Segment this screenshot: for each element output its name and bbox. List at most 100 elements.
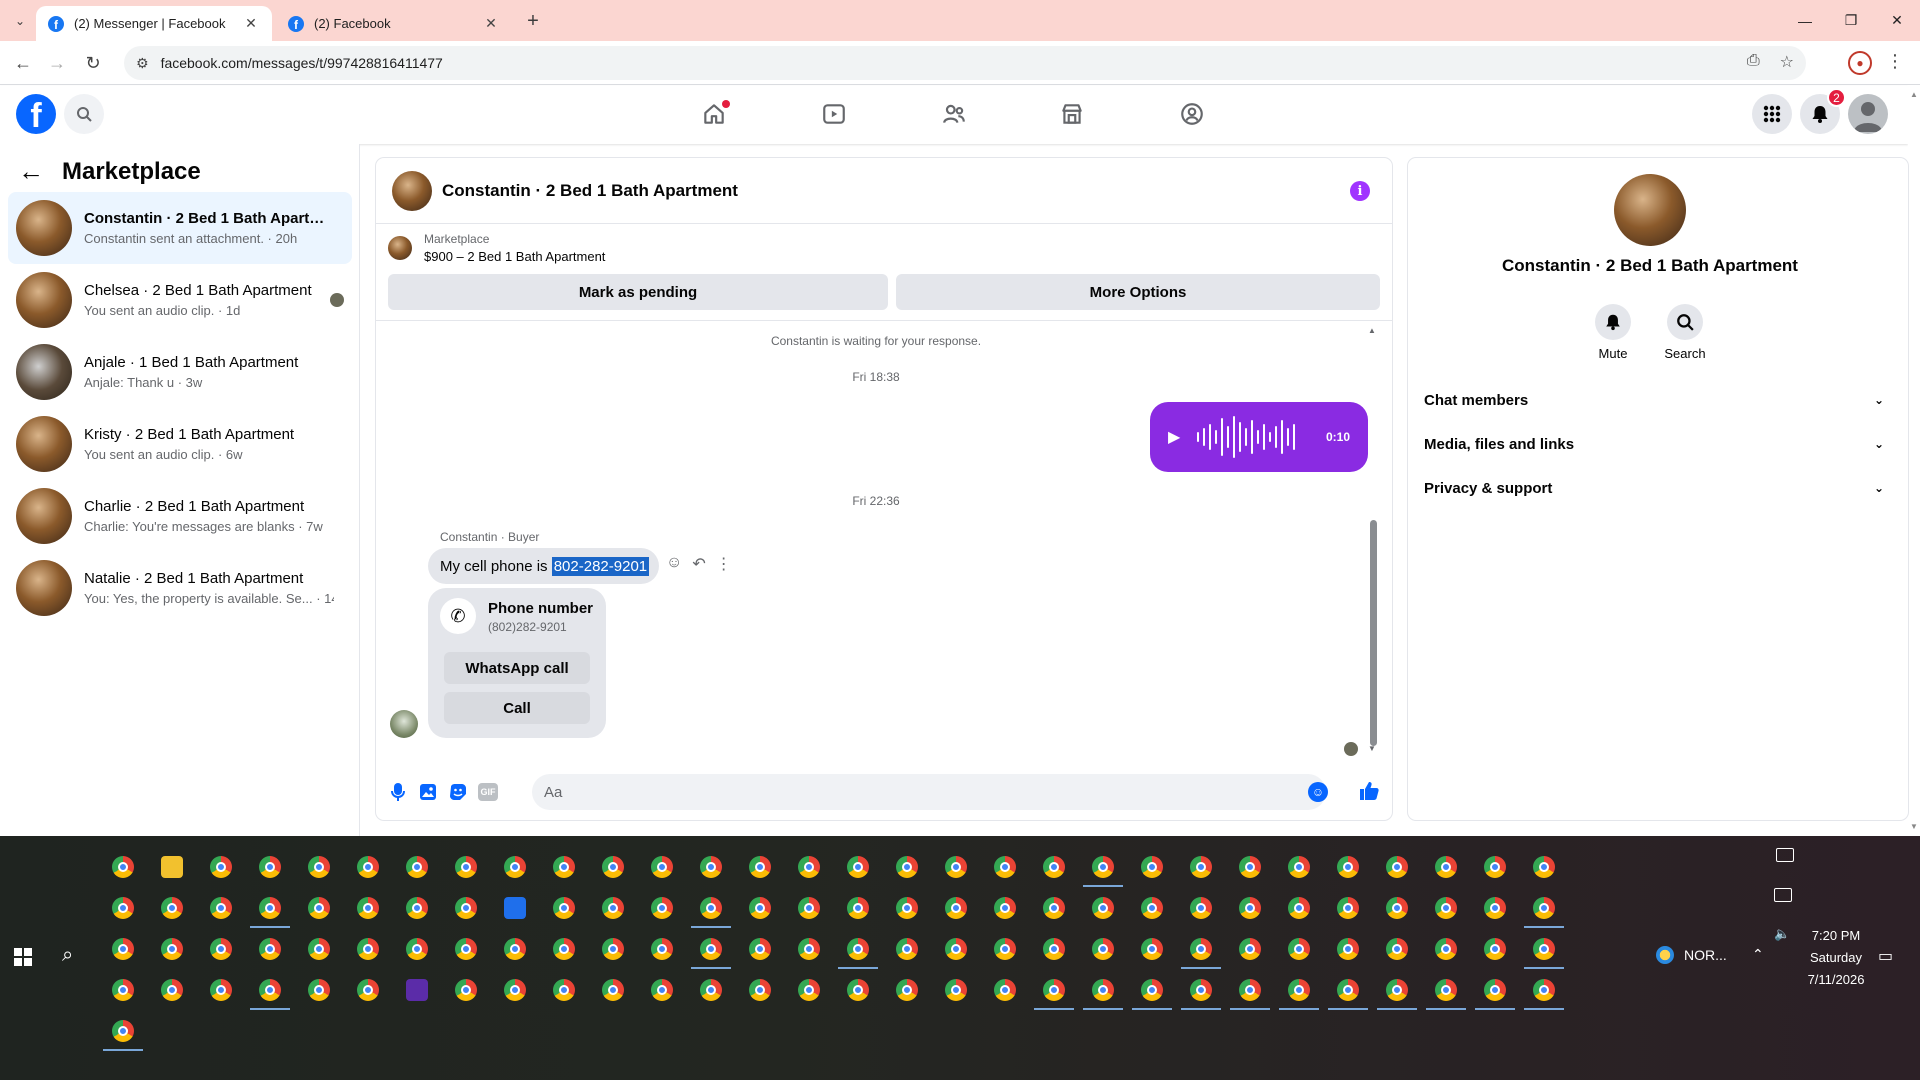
clock-time[interactable]: 7:20 PM [1806, 928, 1866, 943]
nav-video[interactable] [814, 96, 854, 132]
taskbar-app-icon[interactable] [112, 897, 134, 919]
taskbar-app-icon[interactable] [1386, 979, 1408, 1001]
taskbar-app-icon[interactable] [504, 979, 526, 1001]
facebook-logo[interactable]: f [16, 94, 56, 134]
taskbar-app-icon[interactable] [1190, 856, 1212, 878]
sender-avatar[interactable] [390, 710, 418, 738]
install-app-icon[interactable]: ⎙ [1747, 52, 1760, 72]
nav-home[interactable] [694, 96, 734, 132]
play-icon[interactable]: ▶ [1168, 427, 1180, 447]
taskbar-app-icon[interactable] [798, 897, 820, 919]
taskbar-app-icon[interactable] [1092, 897, 1114, 919]
tray-network-icon[interactable] [1774, 888, 1792, 902]
taskbar-app-icon[interactable] [945, 979, 967, 1001]
taskbar-app-icon[interactable] [896, 897, 918, 919]
more-dots-icon[interactable]: ⋮ [716, 554, 732, 574]
taskbar-app-icon[interactable] [161, 938, 183, 960]
taskbar-app-icon[interactable] [210, 938, 232, 960]
taskbar-app-icon[interactable] [1435, 979, 1457, 1001]
taskbar-app-icon[interactable] [259, 979, 281, 1001]
taskbar-app-icon[interactable] [847, 938, 869, 960]
taskbar-app-icon[interactable] [700, 979, 722, 1001]
taskbar-app-icon[interactable] [994, 979, 1016, 1001]
site-settings-icon[interactable]: ⚙ [136, 55, 149, 72]
more-options-button[interactable]: More Options [896, 274, 1380, 310]
chat-scroll-up-icon[interactable]: ▲ [1368, 326, 1376, 335]
page-scrollbar[interactable]: ▲ ▼ [1908, 86, 1920, 836]
listing-summary[interactable]: Marketplace $900 – 2 Bed 1 Bath Apartmen… [388, 232, 605, 264]
selected-phone-text[interactable]: 802-282-9201 [551, 556, 650, 576]
new-tab-button[interactable]: + [520, 8, 546, 34]
taskbar-app-icon[interactable] [896, 979, 918, 1001]
taskbar-app-icon[interactable] [1386, 856, 1408, 878]
reload-button[interactable]: ↻ [80, 50, 106, 76]
taskbar-app-icon[interactable] [602, 979, 624, 1001]
taskbar-app-icon[interactable] [161, 897, 183, 919]
restore-button[interactable]: ❐ [1828, 0, 1874, 41]
info-icon[interactable]: i [1350, 181, 1370, 201]
tab-search-icon[interactable]: ⌄ [8, 9, 32, 33]
taskbar-app-icon[interactable] [994, 897, 1016, 919]
taskbar-app-icon[interactable] [700, 897, 722, 919]
taskbar-app-icon[interactable] [1190, 938, 1212, 960]
emoji-icon[interactable]: ☺ [1308, 782, 1328, 802]
close-window-button[interactable]: ✕ [1874, 0, 1920, 41]
taskbar-app-icon[interactable] [210, 979, 232, 1001]
taskbar-search-icon[interactable]: ⌕ [62, 944, 73, 967]
close-icon[interactable]: ✕ [482, 15, 500, 32]
nav-friends[interactable] [934, 96, 974, 132]
conversation-item[interactable]: Charlie · 2 Bed 1 Bath Apartment Charlie… [8, 480, 352, 552]
taskbar-app-icon[interactable] [1239, 897, 1261, 919]
taskbar-app-icon[interactable] [259, 897, 281, 919]
taskbar-app-icon[interactable] [1484, 856, 1506, 878]
taskbar-app-icon[interactable] [896, 938, 918, 960]
tab-facebook[interactable]: f (2) Facebook ✕ [276, 6, 512, 41]
taskbar-app-icon[interactable] [1533, 856, 1555, 878]
chat-title[interactable]: Constantin · 2 Bed 1 Bath Apartment [442, 181, 738, 201]
taskbar-app-icon[interactable] [651, 979, 673, 1001]
taskbar-app-icon[interactable] [1092, 979, 1114, 1001]
conversation-item[interactable]: Anjale · 1 Bed 1 Bath Apartment Anjale: … [8, 336, 352, 408]
taskbar-app-icon[interactable] [651, 938, 673, 960]
taskbar-app-icon[interactable] [406, 938, 428, 960]
taskbar-app-icon[interactable] [1533, 897, 1555, 919]
taskbar-app-icon[interactable] [602, 938, 624, 960]
taskbar-app-icon[interactable] [1337, 897, 1359, 919]
info-avatar[interactable] [1614, 174, 1686, 246]
minimize-button[interactable]: — [1782, 0, 1828, 41]
taskbar-app-icon[interactable] [406, 897, 428, 919]
taskbar-app-icon[interactable] [1288, 938, 1310, 960]
search-conversation-button[interactable]: Search [1650, 304, 1720, 361]
taskbar-app-icon[interactable] [1337, 856, 1359, 878]
taskbar-app-icon[interactable] [553, 897, 575, 919]
taskbar-app-icon[interactable] [455, 897, 477, 919]
taskbar-app-icon[interactable] [1141, 856, 1163, 878]
section-privacy-support[interactable]: Privacy & support ⌄ [1424, 466, 1884, 510]
mute-button[interactable]: Mute [1578, 304, 1648, 361]
taskbar-app-icon[interactable] [847, 856, 869, 878]
reply-icon[interactable]: ↶ [692, 554, 705, 574]
conversation-item[interactable]: Chelsea · 2 Bed 1 Bath Apartment You sen… [8, 264, 352, 336]
account-avatar[interactable] [1848, 94, 1888, 134]
taskbar-app-icon[interactable] [1435, 897, 1457, 919]
taskbar-app-icon[interactable] [1043, 938, 1065, 960]
chat-scrollbar-thumb[interactable] [1370, 520, 1377, 746]
taskbar-app-icon[interactable] [945, 938, 967, 960]
notifications-button[interactable]: 2 [1800, 88, 1846, 134]
tab-messenger[interactable]: f (2) Messenger | Facebook ✕ [36, 6, 272, 41]
taskbar-app-icon[interactable] [1337, 938, 1359, 960]
taskbar-app-icon[interactable] [259, 856, 281, 878]
menu-button[interactable] [1752, 94, 1792, 134]
taskbar-app-icon[interactable] [308, 938, 330, 960]
scroll-down-arrow-icon[interactable]: ▼ [1910, 822, 1918, 831]
taskbar-app-icon[interactable] [259, 938, 281, 960]
notification-center-icon[interactable]: ▭ [1878, 946, 1893, 966]
message-input[interactable] [532, 774, 1326, 810]
taskbar-app-icon[interactable] [161, 979, 183, 1001]
address-bar[interactable]: ⚙ facebook.com/messages/t/99742881641147… [124, 46, 1806, 80]
chat-scroll-down-icon[interactable]: ▼ [1368, 744, 1376, 753]
mark-as-pending-button[interactable]: Mark as pending [388, 274, 888, 310]
taskbar-app-icon[interactable] [798, 938, 820, 960]
sticker-icon[interactable] [446, 780, 470, 804]
taskbar-app-icon[interactable] [1043, 979, 1065, 1001]
